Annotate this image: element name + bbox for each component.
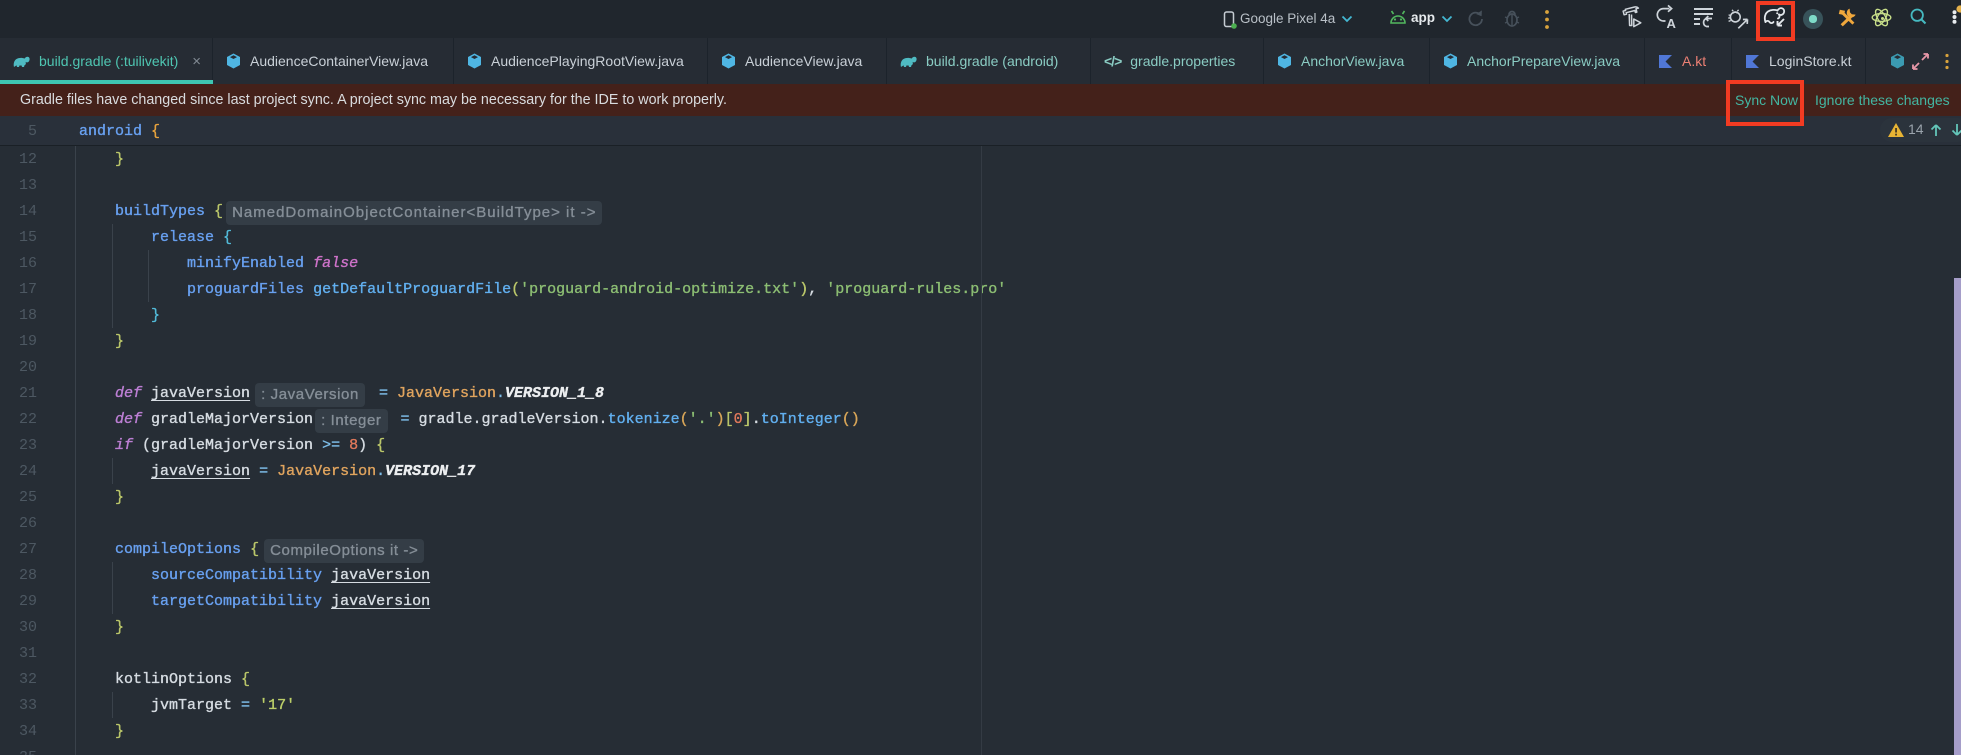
svg-text:A: A	[1667, 16, 1677, 31]
